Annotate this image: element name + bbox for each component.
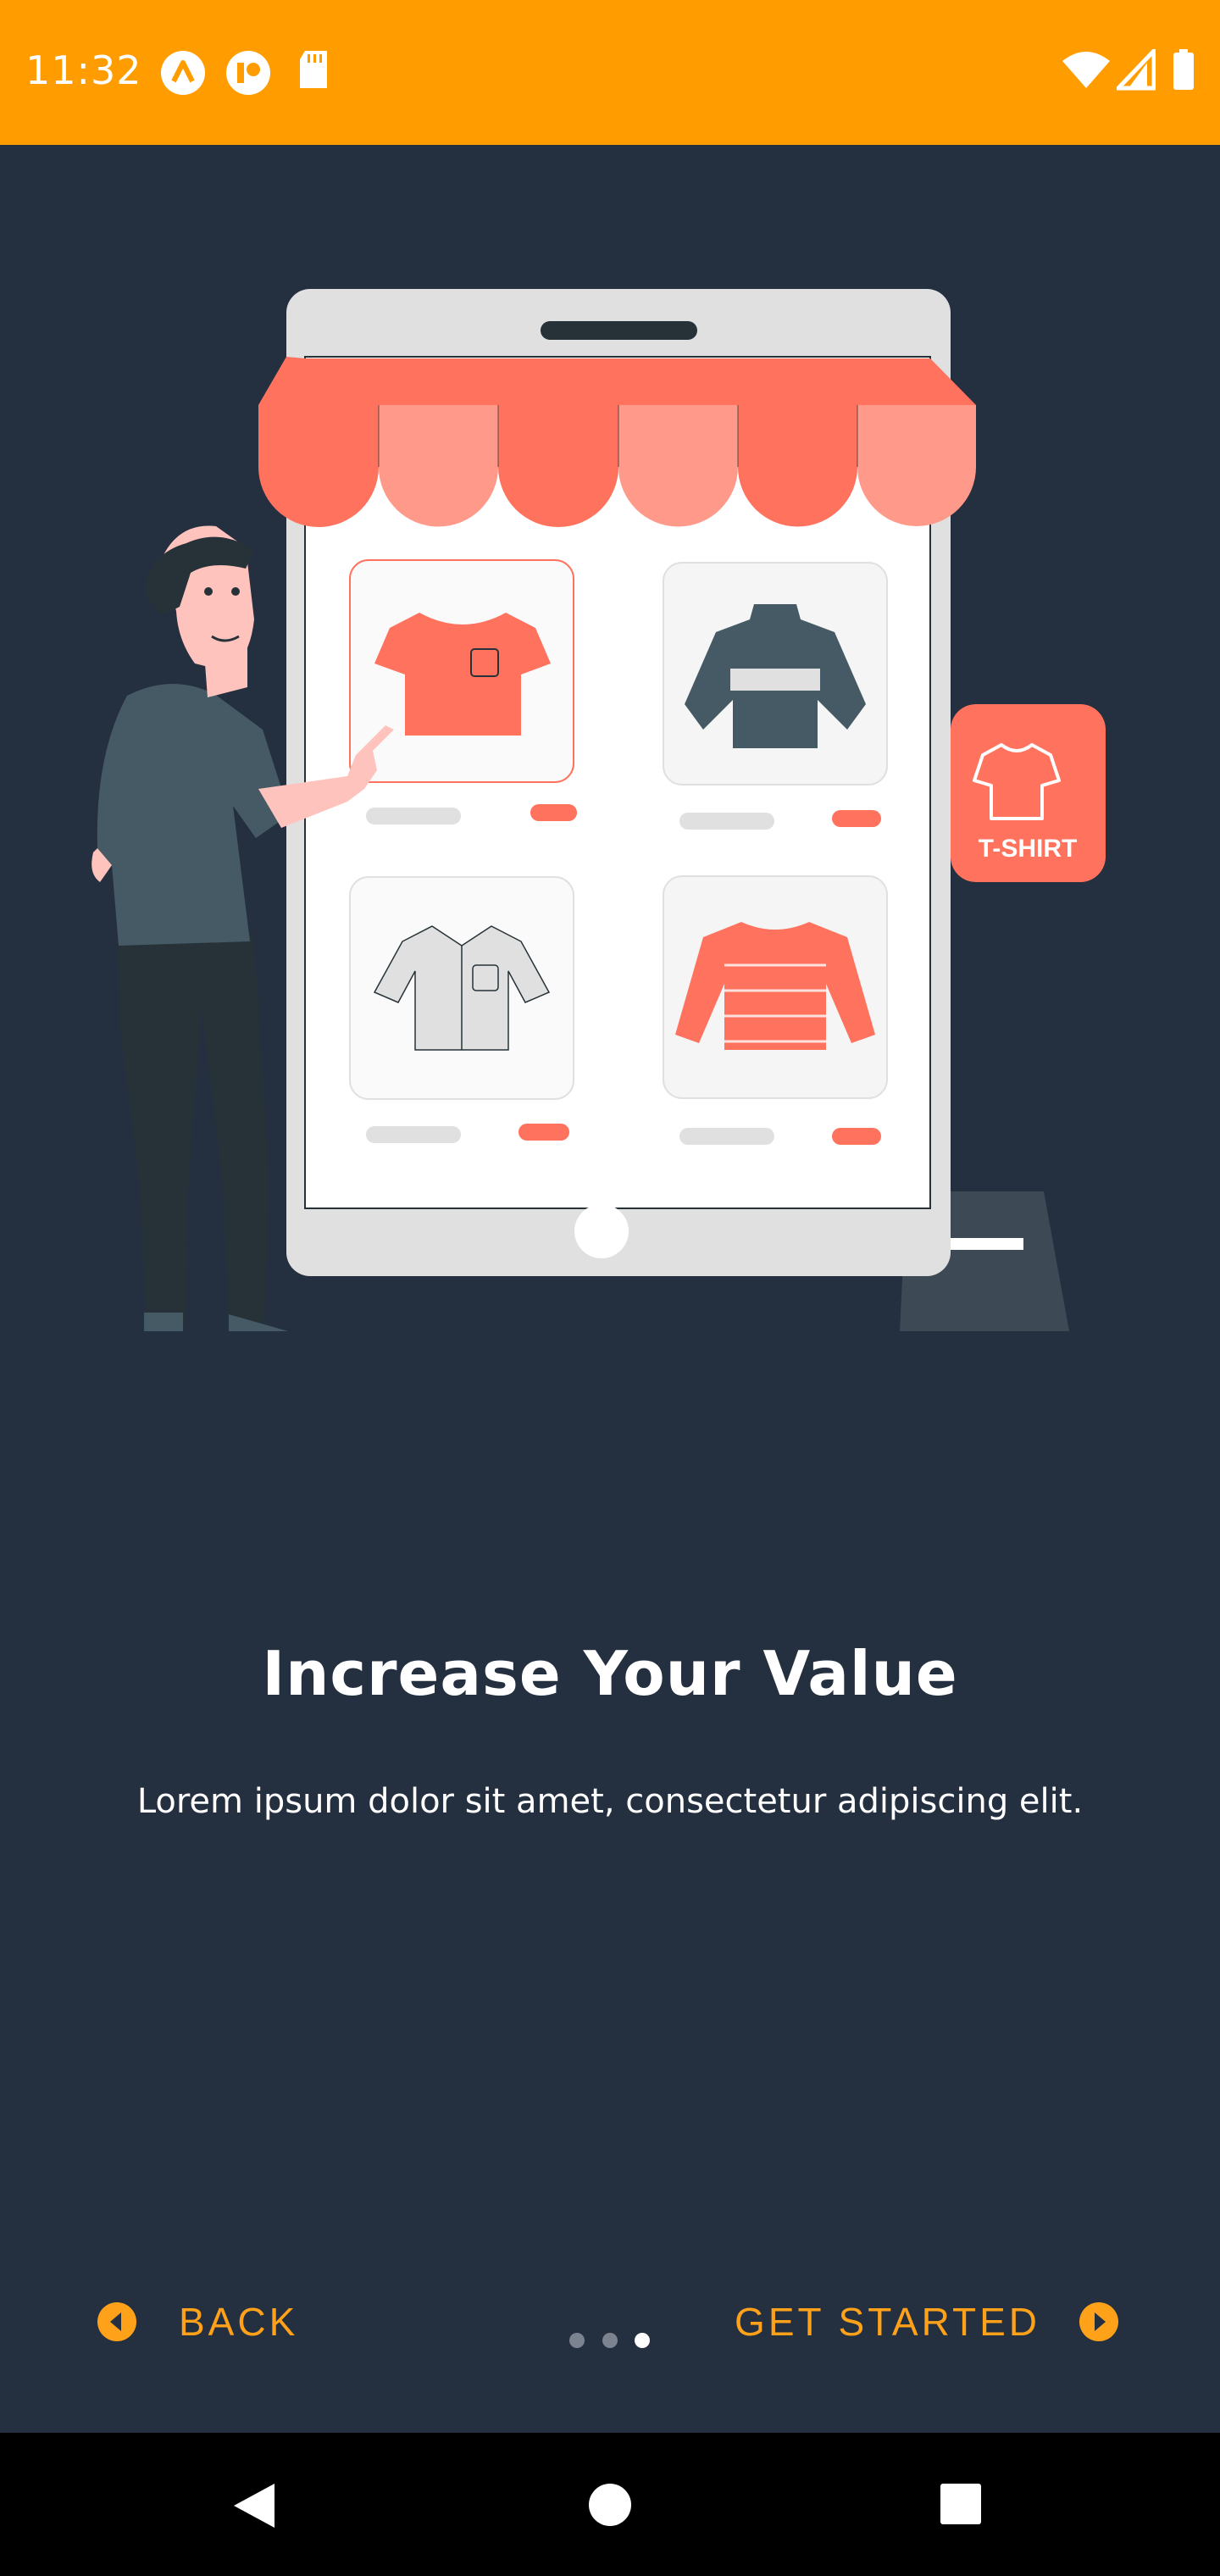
app-b-icon [226,51,270,95]
page-subtitle: Lorem ipsum dolor sit amet, consectetur … [136,1782,1084,1821]
get-started-button[interactable]: GET STARTED [735,2292,1120,2351]
page-dot-3[interactable] [635,2333,650,2348]
chevron-right-circle-icon [1079,2302,1118,2341]
app-a-icon [161,51,205,95]
status-bar: 11:32 [0,0,1220,145]
chevron-left-circle-icon [97,2302,136,2341]
sd-card-icon [300,51,327,88]
cell-signal-icon [1117,49,1156,91]
tshirt-badge: T-SHIRT [951,704,1106,882]
shop-illustration: T-SHIRT [92,289,1106,1331]
recents-square-icon[interactable] [939,2482,983,2526]
onboarding-page: T-SHIRT Increase Your Value Lorem ipsum … [0,145,1220,2433]
page-title: Increase Your Value [262,1638,958,1709]
get-started-label: GET STARTED [735,2300,1040,2344]
status-time: 11:32 [25,47,142,93]
page-dot-2[interactable] [602,2333,618,2348]
tshirt-badge-label: T-SHIRT [979,835,1078,863]
battery-icon [1173,49,1194,90]
back-triangle-icon[interactable] [230,2482,278,2529]
back-label: BACK [179,2300,299,2344]
home-circle-icon[interactable] [587,2482,633,2528]
page-dot-1[interactable] [569,2333,585,2348]
back-button[interactable]: BACK [96,2292,298,2351]
wifi-icon [1062,52,1110,88]
system-nav-bar [0,2433,1220,2576]
